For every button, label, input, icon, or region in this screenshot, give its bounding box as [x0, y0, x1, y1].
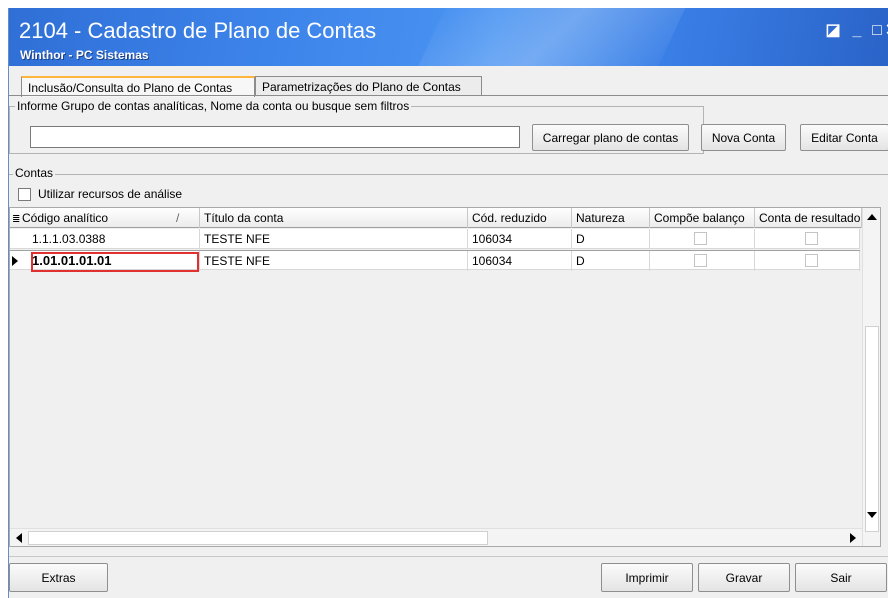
tab-parametrizacoes-label: Parametrizações do Plano de Contas: [262, 80, 461, 94]
cell-reduzido: 106034: [468, 251, 572, 271]
window-title: 2104 - Cadastro de Plano de Contas: [19, 18, 377, 43]
column-compoe-balanco[interactable]: Compõe balanço: [650, 208, 755, 228]
exit-button[interactable]: Sair: [795, 563, 887, 592]
tab-parametrizacoes[interactable]: Parametrizações do Plano de Contas: [255, 76, 482, 96]
column-natureza-label: Natureza: [576, 211, 625, 225]
column-resultado-label: Conta de resultado: [759, 211, 861, 225]
column-balanco-label: Compõe balanço: [654, 211, 745, 225]
grid-header: ≣ Código analítico / Título da conta Cód.…: [10, 208, 880, 228]
exit-label: Sair: [830, 571, 852, 585]
minimize-icon[interactable]: _: [847, 22, 867, 40]
new-account-label: Nova Conta: [711, 131, 776, 145]
load-accounts-label: Carregar plano de contas: [542, 131, 679, 145]
edit-account-label: Editar Conta: [811, 131, 878, 145]
column-codigo-label: Código analítico: [22, 211, 109, 225]
search-input[interactable]: [30, 126, 520, 148]
column-titulo-label: Título da conta: [204, 211, 284, 225]
vertical-scrollbar[interactable]: [862, 208, 880, 546]
new-account-button[interactable]: Nova Conta: [701, 124, 786, 151]
print-button[interactable]: Imprimir: [601, 563, 693, 592]
cell-conta-resultado: [755, 229, 860, 249]
title-bar[interactable]: 2104 - Cadastro de Plano de Contas Winth…: [9, 8, 888, 66]
horizontal-scrollbar[interactable]: [10, 528, 862, 546]
cell-codigo: 1.1.1.03.0388: [10, 229, 200, 249]
contas-legend: Contas: [13, 166, 56, 180]
column-reduzido-label: Cód. reduzido: [472, 211, 547, 225]
cell-compoe-balanco: [650, 229, 755, 249]
extras-button[interactable]: Extras: [9, 563, 108, 592]
compoe-balanco-checkbox[interactable]: [694, 254, 707, 267]
save-label: Gravar: [725, 571, 763, 585]
sort-indicator-icon: /: [176, 211, 180, 225]
tab-inclusao-consulta[interactable]: Inclusão/Consulta do Plano de Contas: [21, 76, 255, 97]
column-codigo-analitico[interactable]: ≣ Código analítico /: [10, 208, 200, 228]
edit-account-button[interactable]: Editar Conta: [800, 124, 888, 151]
cell-titulo: TESTE NFE: [200, 251, 468, 271]
horizontal-scroll-thumb[interactable]: [28, 531, 488, 545]
bottom-toolbar: Extras Imprimir Gravar Sair: [9, 556, 888, 598]
column-titulo-conta[interactable]: Título da conta: [200, 208, 468, 228]
conta-resultado-checkbox[interactable]: [805, 254, 818, 267]
search-legend: Informe Grupo de contas analíticas, Nome…: [15, 99, 412, 113]
column-chooser-icon[interactable]: ≣: [12, 214, 22, 225]
extras-label: Extras: [41, 571, 76, 585]
accounts-grid[interactable]: ≣ Código analítico / Título da conta Cód.…: [9, 207, 881, 547]
tab-divider: [9, 95, 888, 96]
conta-resultado-checkbox[interactable]: [805, 232, 818, 245]
contas-group-line: [9, 174, 888, 175]
tab-inclusao-consulta-label: Inclusão/Consulta do Plano de Contas: [28, 81, 233, 95]
cell-natureza: D: [572, 251, 650, 271]
scroll-right-icon[interactable]: [850, 533, 856, 543]
cell-natureza: D: [572, 229, 650, 249]
cell-compoe-balanco: [650, 251, 755, 271]
title-bar-sheen: [403, 8, 695, 66]
scroll-down-icon[interactable]: [867, 512, 877, 518]
column-conta-resultado[interactable]: Conta de resultado: [755, 208, 862, 228]
analysis-checkbox-label: Utilizar recursos de análise: [38, 187, 183, 201]
table-row[interactable]: 1.01.01.01.01 TESTE NFE 106034 D: [10, 250, 860, 272]
main-content: Inclusão/Consulta do Plano de Contas Par…: [9, 66, 888, 598]
restore-icon[interactable]: ◪: [823, 22, 843, 40]
app-window: 2104 - Cadastro de Plano de Contas Winth…: [8, 8, 888, 598]
load-accounts-button[interactable]: Carregar plano de contas: [532, 124, 689, 151]
cell-conta-resultado: [755, 251, 860, 271]
save-button[interactable]: Gravar: [698, 563, 790, 592]
scroll-up-icon[interactable]: [867, 214, 877, 220]
window-subtitle: Winthor - PC Sistemas: [20, 48, 149, 62]
table-row[interactable]: 1.1.1.03.0388 TESTE NFE 106034 D: [10, 229, 860, 249]
print-label: Imprimir: [625, 571, 669, 585]
column-cod-reduzido[interactable]: Cód. reduzido: [468, 208, 572, 228]
analysis-checkbox[interactable]: [18, 188, 31, 201]
vertical-scroll-thumb[interactable]: [865, 326, 879, 532]
cell-titulo: TESTE NFE: [200, 229, 468, 249]
compoe-balanco-checkbox[interactable]: [694, 232, 707, 245]
cell-reduzido: 106034: [468, 229, 572, 249]
column-natureza[interactable]: Natureza: [572, 208, 650, 228]
highlight-box: [31, 252, 199, 272]
maximize-icon[interactable]: □: [867, 22, 887, 40]
scroll-left-icon[interactable]: [16, 533, 22, 543]
